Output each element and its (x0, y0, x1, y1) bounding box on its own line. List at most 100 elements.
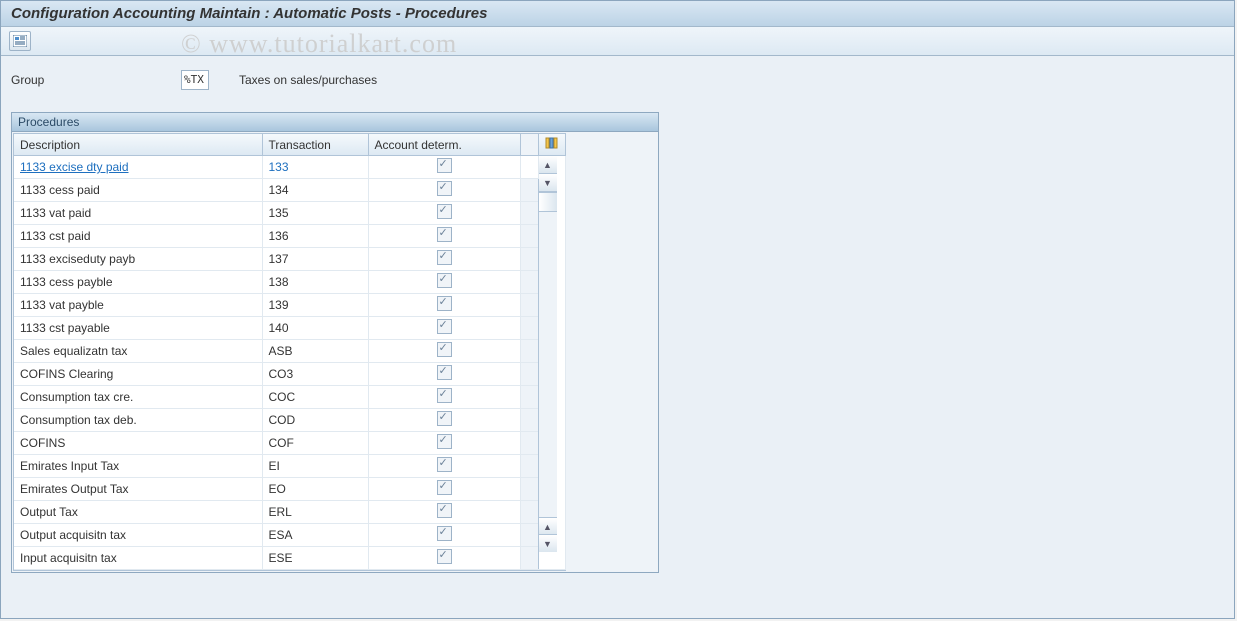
cell-account-determ (368, 432, 520, 455)
cell-transaction[interactable]: 134 (262, 179, 368, 202)
table-row[interactable]: Consumption tax cre.COC (14, 386, 565, 409)
cell-description[interactable]: Output Tax (14, 501, 262, 524)
table-row[interactable]: 1133 cst payable140 (14, 317, 565, 340)
scroll-up-button[interactable]: ▲ (539, 156, 557, 174)
cell-spacer (520, 202, 538, 225)
cell-transaction[interactable]: COF (262, 432, 368, 455)
account-determ-checkbox[interactable] (437, 480, 452, 495)
cell-transaction[interactable]: EO (262, 478, 368, 501)
account-determ-checkbox[interactable] (437, 457, 452, 472)
cell-transaction[interactable]: ASB (262, 340, 368, 363)
selected-description-link[interactable]: 1133 excise dty paid (20, 160, 129, 174)
table-row[interactable]: COFINS ClearingCO3 (14, 363, 565, 386)
cell-description[interactable]: 1133 cess paid (14, 179, 262, 202)
cell-transaction[interactable]: EI (262, 455, 368, 478)
cell-transaction[interactable]: ESA (262, 524, 368, 547)
cell-account-determ (368, 386, 520, 409)
table-config-button[interactable] (538, 134, 565, 156)
account-determ-checkbox[interactable] (437, 365, 452, 380)
cell-transaction[interactable]: COD (262, 409, 368, 432)
column-description[interactable]: Description (14, 134, 262, 156)
cell-account-determ (368, 156, 520, 179)
cell-spacer (520, 478, 538, 501)
cell-spacer (520, 524, 538, 547)
cell-description[interactable]: Input acquisitn tax (14, 547, 262, 570)
cell-description[interactable]: 1133 cess payble (14, 271, 262, 294)
group-description: Taxes on sales/purchases (239, 73, 377, 87)
table-row[interactable]: COFINSCOF (14, 432, 565, 455)
cell-description[interactable]: COFINS (14, 432, 262, 455)
account-determ-checkbox[interactable] (437, 388, 452, 403)
cell-transaction[interactable]: 135 (262, 202, 368, 225)
table-row[interactable]: 1133 vat payble139 (14, 294, 565, 317)
table-row[interactable]: Consumption tax deb.COD (14, 409, 565, 432)
table-header-row: Description Transaction Account determ. (14, 134, 565, 156)
account-determ-checkbox[interactable] (437, 250, 452, 265)
account-determ-checkbox[interactable] (437, 503, 452, 518)
cell-description[interactable]: Consumption tax cre. (14, 386, 262, 409)
cell-description[interactable]: 1133 excise dty paid (14, 156, 262, 179)
scroll-thumb[interactable] (539, 192, 557, 212)
cell-description[interactable]: 1133 cst payable (14, 317, 262, 340)
table-row[interactable]: Sales equalizatn taxASB (14, 340, 565, 363)
table-row[interactable]: 1133 exciseduty payb137 (14, 248, 565, 271)
cell-account-determ (368, 271, 520, 294)
table-row[interactable]: Output TaxERL (14, 501, 565, 524)
account-determ-checkbox[interactable] (437, 342, 452, 357)
table-row[interactable]: Output acquisitn taxESA (14, 524, 565, 547)
cell-description[interactable]: 1133 vat paid (14, 202, 262, 225)
table-row[interactable]: 1133 cess payble138 (14, 271, 565, 294)
table-row[interactable]: Emirates Output TaxEO (14, 478, 565, 501)
table-row[interactable]: 1133 cst paid136 (14, 225, 565, 248)
cell-transaction[interactable]: COC (262, 386, 368, 409)
column-account-determ[interactable]: Account determ. (368, 134, 520, 156)
cell-spacer (520, 501, 538, 524)
group-label: Group (11, 73, 181, 87)
group-code-input[interactable]: %TX (181, 70, 209, 90)
cell-description[interactable]: 1133 cst paid (14, 225, 262, 248)
display-log-button[interactable] (9, 31, 31, 51)
vertical-scrollbar[interactable]: ▲▼▲▼ (538, 156, 565, 570)
table-row[interactable]: 1133 cess paid134 (14, 179, 565, 202)
scroll-down-step-button[interactable]: ▼ (539, 174, 557, 192)
cell-description[interactable]: Emirates Input Tax (14, 455, 262, 478)
account-determ-checkbox[interactable] (437, 204, 452, 219)
table-row[interactable]: 1133 vat paid135 (14, 202, 565, 225)
account-determ-checkbox[interactable] (437, 549, 452, 564)
table-row[interactable]: 1133 excise dty paid133▲▼▲▼ (14, 156, 565, 179)
column-transaction[interactable]: Transaction (262, 134, 368, 156)
account-determ-checkbox[interactable] (437, 319, 452, 334)
cell-transaction[interactable]: 139 (262, 294, 368, 317)
cell-transaction[interactable]: ERL (262, 501, 368, 524)
cell-transaction[interactable]: 137 (262, 248, 368, 271)
cell-transaction[interactable]: 138 (262, 271, 368, 294)
account-determ-checkbox[interactable] (437, 158, 452, 173)
cell-description[interactable]: Sales equalizatn tax (14, 340, 262, 363)
account-determ-checkbox[interactable] (437, 296, 452, 311)
cell-description[interactable]: 1133 vat payble (14, 294, 262, 317)
account-determ-checkbox[interactable] (437, 181, 452, 196)
account-determ-checkbox[interactable] (437, 526, 452, 541)
cell-transaction[interactable]: ESE (262, 547, 368, 570)
cell-account-determ (368, 409, 520, 432)
cell-transaction[interactable]: 140 (262, 317, 368, 340)
account-determ-checkbox[interactable] (437, 273, 452, 288)
cell-transaction[interactable]: 133 (262, 156, 368, 179)
cell-transaction[interactable]: CO3 (262, 363, 368, 386)
cell-description[interactable]: 1133 exciseduty payb (14, 248, 262, 271)
cell-transaction[interactable]: 136 (262, 225, 368, 248)
table-row[interactable]: Emirates Input TaxEI (14, 455, 565, 478)
scroll-down-button[interactable]: ▼ (539, 534, 557, 552)
cell-description[interactable]: Output acquisitn tax (14, 524, 262, 547)
account-determ-checkbox[interactable] (437, 411, 452, 426)
account-determ-checkbox[interactable] (437, 227, 452, 242)
cell-description[interactable]: Consumption tax deb. (14, 409, 262, 432)
account-determ-checkbox[interactable] (437, 434, 452, 449)
cell-description[interactable]: Emirates Output Tax (14, 478, 262, 501)
scroll-up-step-button[interactable]: ▲ (539, 517, 557, 535)
table-row[interactable]: Input acquisitn taxESE (14, 547, 565, 570)
cell-spacer (520, 547, 538, 570)
cell-description[interactable]: COFINS Clearing (14, 363, 262, 386)
cell-spacer (520, 225, 538, 248)
cell-account-determ (368, 294, 520, 317)
